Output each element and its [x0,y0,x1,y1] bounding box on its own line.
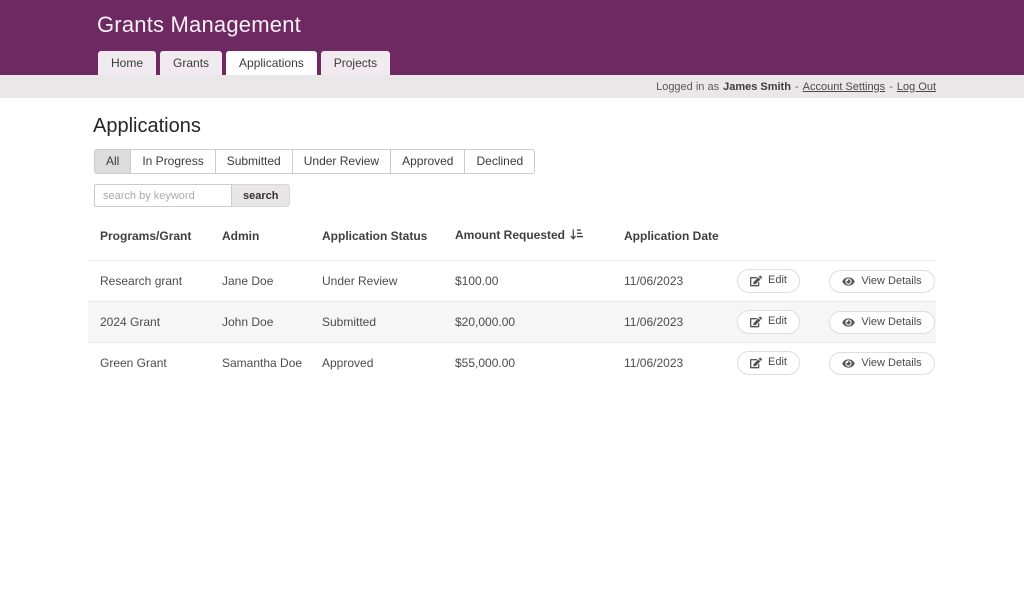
col-header-admin: Admin [210,220,310,261]
table-row: 2024 Grant John Doe Submitted $20,000.00… [88,302,936,343]
cell-program: Research grant [88,261,210,302]
nav-tab-grants[interactable]: Grants [160,51,222,75]
cell-admin: Samantha Doe [210,343,310,384]
filter-in-progress[interactable]: In Progress [131,149,215,174]
view-details-button[interactable]: View Details [829,352,934,375]
eye-icon [842,317,855,328]
cell-status: Under Review [310,261,443,302]
cell-amount: $55,000.00 [443,343,612,384]
sort-amount-icon[interactable] [570,230,583,244]
app-title: Grants Management [97,12,301,38]
separator: - [889,81,893,93]
status-filter-group: All In Progress Submitted Under Review A… [94,149,535,174]
cell-actions: Edit View Details [725,343,936,384]
filter-submitted[interactable]: Submitted [216,149,293,174]
table-row: Green Grant Samantha Doe Approved $55,00… [88,343,936,384]
col-header-program: Programs/Grant [88,220,210,261]
search-input[interactable] [94,184,232,207]
filter-all[interactable]: All [94,149,131,174]
cell-program: 2024 Grant [88,302,210,343]
filter-declined[interactable]: Declined [465,149,535,174]
main-content: Applications All In Progress Submitted U… [0,98,1024,383]
applications-table: Programs/Grant Admin Application Status … [88,220,936,383]
logged-in-text: Logged in as [656,81,719,93]
cell-actions: Edit View Details [725,302,936,343]
cell-actions: Edit View Details [725,261,936,302]
edit-icon [750,275,762,287]
log-out-link[interactable]: Log Out [897,81,936,93]
col-header-actions [725,220,936,261]
account-settings-link[interactable]: Account Settings [803,81,886,93]
page-title: Applications [93,115,936,138]
edit-button[interactable]: Edit [737,310,800,333]
cell-amount: $100.00 [443,261,612,302]
table-header-row: Programs/Grant Admin Application Status … [88,220,936,261]
cell-admin: John Doe [210,302,310,343]
cell-date: 11/06/2023 [612,261,725,302]
col-header-amount[interactable]: Amount Requested [443,220,612,261]
edit-icon [750,316,762,328]
edit-button[interactable]: Edit [737,351,800,374]
cell-amount: $20,000.00 [443,302,612,343]
separator: - [795,81,799,93]
edit-button[interactable]: Edit [737,269,800,292]
search-row: search [94,184,936,207]
nav-tab-projects[interactable]: Projects [321,51,390,75]
filter-approved[interactable]: Approved [391,149,465,174]
search-button[interactable]: search [232,184,290,207]
cell-admin: Jane Doe [210,261,310,302]
cell-date: 11/06/2023 [612,302,725,343]
table-row: Research grant Jane Doe Under Review $10… [88,261,936,302]
eye-icon [842,276,855,287]
cell-date: 11/06/2023 [612,343,725,384]
nav-tab-applications[interactable]: Applications [226,51,317,75]
main-nav: Home Grants Applications Projects [98,51,390,75]
app-header: Grants Management Home Grants Applicatio… [0,0,1024,75]
cell-status: Submitted [310,302,443,343]
eye-icon [842,358,855,369]
view-details-button[interactable]: View Details [829,270,934,293]
logged-in-user-name: James Smith [723,81,791,93]
view-details-button[interactable]: View Details [829,311,934,334]
account-bar: Logged in as James Smith - Account Setti… [0,75,1024,98]
nav-tab-home[interactable]: Home [98,51,156,75]
cell-program: Green Grant [88,343,210,384]
col-header-date: Application Date [612,220,725,261]
filter-under-review[interactable]: Under Review [293,149,391,174]
edit-icon [750,357,762,369]
cell-status: Approved [310,343,443,384]
col-header-status: Application Status [310,220,443,261]
